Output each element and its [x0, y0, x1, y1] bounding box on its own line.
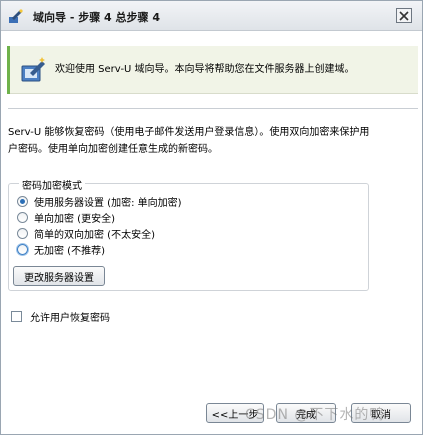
- description-line-1: Serv-U 能够恢复密码（使用电子邮件发送用户登录信息）。使用双向加密来保护用: [8, 127, 370, 138]
- title-bar: 域向导 - 步骤 4 总步骤 4: [1, 1, 422, 31]
- welcome-banner: 欢迎使用 Serv-U 域向导。本向导将帮助您在文件服务器上创建域。: [7, 46, 418, 94]
- window-title: 域向导 - 步骤 4 总步骤 4: [33, 11, 161, 24]
- radio-label: 使用服务器设置 (加密: 单向加密): [34, 197, 182, 209]
- radio-button[interactable]: [17, 227, 28, 239]
- radio-two-way-encryption[interactable]: 简单的双向加密 (不太安全): [17, 226, 155, 241]
- radio-button[interactable]: [17, 211, 28, 223]
- banner-accent-bar: [7, 46, 10, 94]
- description-line-2: 户密码。使用单向加密创建任意生成的新密码。: [8, 144, 218, 155]
- radio-label: 简单的双向加密 (不太安全): [34, 229, 155, 241]
- wizard-wand-icon: [9, 9, 23, 23]
- radio-label: 单向加密 (更安全): [34, 213, 115, 225]
- radio-use-server-settings[interactable]: 使用服务器设置 (加密: 单向加密): [17, 194, 182, 209]
- radio-one-way-encryption[interactable]: 单向加密 (更安全): [17, 210, 115, 225]
- radio-button[interactable]: [17, 195, 28, 207]
- allow-recovery-option[interactable]: 允许用户恢复密码: [11, 309, 110, 324]
- encryption-mode-group: 密码加密模式 使用服务器设置 (加密: 单向加密) 单向加密 (更安全) 简单的…: [8, 177, 369, 291]
- divider: [8, 108, 418, 110]
- description-text: Serv-U 能够恢复密码（使用电子邮件发送用户登录信息）。使用双向加密来保护用…: [8, 124, 413, 158]
- radio-no-encryption[interactable]: 无加密 (不推荐): [17, 242, 105, 257]
- radio-button[interactable]: [17, 243, 28, 255]
- banner-text: 欢迎使用 Serv-U 域向导。本向导将帮助您在文件服务器上创建域。: [55, 64, 355, 75]
- allow-recovery-checkbox[interactable]: [11, 310, 22, 322]
- change-server-settings-button[interactable]: 更改服务器设置: [13, 266, 105, 286]
- allow-recovery-label: 允许用户恢复密码: [30, 312, 110, 324]
- close-icon: [399, 10, 409, 21]
- watermark: CSDN @不下水的鸭: [245, 407, 385, 423]
- radio-label: 无加密 (不推荐): [34, 245, 105, 257]
- domain-wizard-window: 域向导 - 步骤 4 总步骤 4 欢迎使用 Serv-U 域向导。本向导将帮助您…: [0, 0, 423, 435]
- encryption-mode-legend: 密码加密模式: [19, 177, 85, 192]
- close-button[interactable]: [396, 8, 412, 23]
- wizard-icon: [21, 57, 45, 82]
